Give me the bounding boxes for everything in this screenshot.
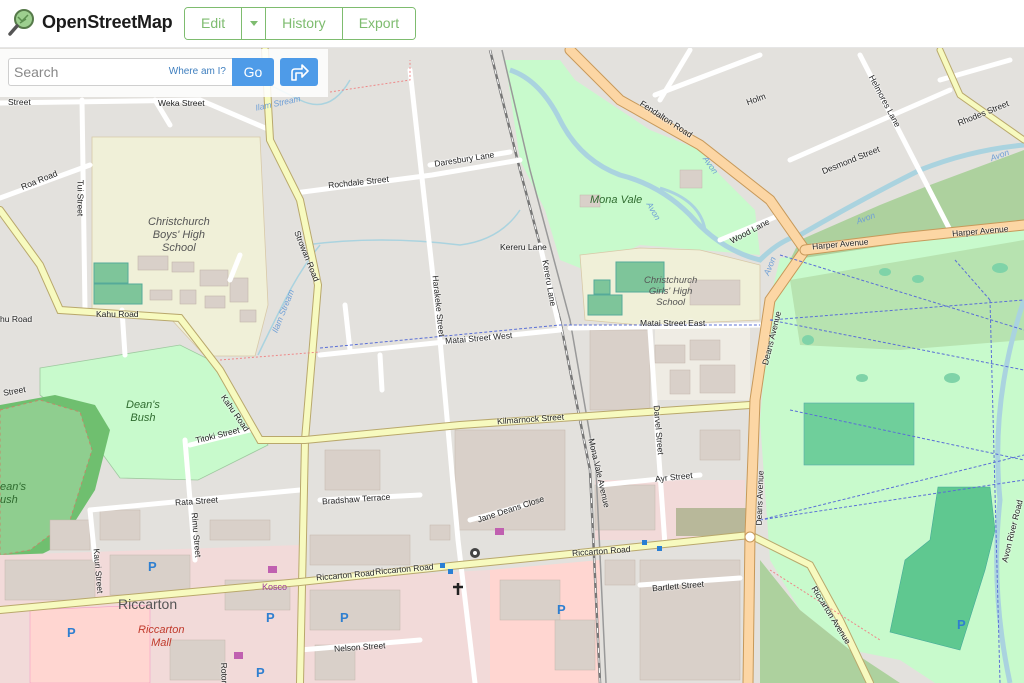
deans-bush-left-label: ean's ush xyxy=(0,481,26,506)
osm-logo[interactable]: OpenStreetMap xyxy=(8,8,173,36)
parking-icon: P xyxy=(256,665,265,680)
riccarton-mall xyxy=(29,604,151,683)
street-label-rotor: Rotor xyxy=(219,662,230,683)
history-button[interactable]: History xyxy=(266,8,343,39)
export-button[interactable]: Export xyxy=(342,8,416,39)
go-button[interactable]: Go xyxy=(232,58,274,86)
sports-pitch xyxy=(803,402,915,466)
sports-pitch xyxy=(593,279,611,295)
directions-button[interactable] xyxy=(280,58,318,86)
sports-pitch xyxy=(93,262,129,284)
top-header: OpenStreetMap Edit History Export xyxy=(0,0,1024,48)
street-label-weka: Weka Street xyxy=(158,98,205,108)
brand-title: OpenStreetMap xyxy=(42,11,173,32)
street-label-kereru-1: Kereru Lane xyxy=(500,242,547,252)
street-label-matai-east: Matai Street East xyxy=(640,318,706,328)
girls-high-label: Christchurch Girls' High School xyxy=(644,275,698,308)
search-box: Where am I? xyxy=(8,58,232,86)
mona-vale-label: Mona Vale xyxy=(590,194,643,206)
edit-button[interactable]: Edit xyxy=(185,8,243,39)
sports-pitch xyxy=(93,283,143,305)
street-label-tui: Tui Street xyxy=(75,179,86,217)
street-label-kahu-left: hu Road xyxy=(0,314,33,324)
roundabout xyxy=(744,531,756,543)
street-label: Street xyxy=(8,97,31,107)
riccarton-label: Riccarton xyxy=(118,596,178,612)
parking-icon: P xyxy=(957,617,966,632)
boys-high-label: Christchurch Boys' High School xyxy=(148,216,210,254)
street-label-kahu: Kahu Road xyxy=(96,309,139,319)
where-am-i-link[interactable]: Where am I? xyxy=(169,66,226,77)
parking-icon: P xyxy=(67,625,76,640)
edit-dropdown-button[interactable] xyxy=(242,8,267,39)
riccarton-mall-label: Riccarton Mall xyxy=(138,624,185,649)
deans-bush-label: Dean's Bush xyxy=(126,399,160,424)
caret-down-icon xyxy=(249,21,258,26)
parking-icon: P xyxy=(148,559,157,574)
map-svg xyxy=(0,48,1024,683)
search-bar: Where am I? Go xyxy=(0,49,328,97)
search-input[interactable] xyxy=(9,59,164,85)
industrial-area xyxy=(676,508,746,536)
parking-icon: P xyxy=(266,610,275,625)
nav-button-group: Edit History Export xyxy=(184,7,417,40)
street-label-deans-2: Deans Avenue xyxy=(753,470,766,526)
magnifier-logo-icon xyxy=(8,9,34,36)
kosco-label: Kosco xyxy=(262,582,288,592)
parking-icon: P xyxy=(340,610,349,625)
map-canvas[interactable]: Street Weka Street Roa Road Tui Street S… xyxy=(0,48,1024,683)
parking-icon: P xyxy=(557,602,566,617)
directions-icon xyxy=(291,64,309,81)
sports-pitch xyxy=(587,294,623,316)
